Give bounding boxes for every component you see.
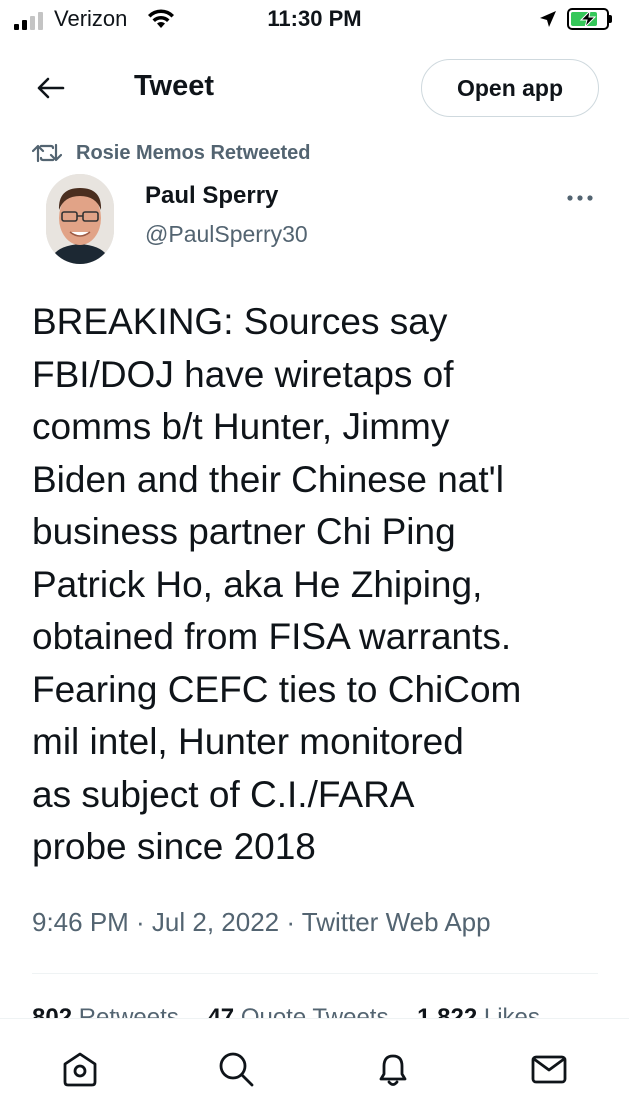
bottom-navigation xyxy=(0,1018,629,1117)
back-button[interactable] xyxy=(32,68,68,108)
messages-envelope-icon xyxy=(531,1055,567,1084)
avatar[interactable] xyxy=(46,174,114,264)
tweet-timestamp[interactable]: 9:46 PM · Jul 2, 2022 · Twitter Web App xyxy=(32,907,491,938)
likes-count[interactable]: 1,822 xyxy=(417,1004,477,1018)
retweet-context-text: Rosie Memos Retweeted xyxy=(76,141,311,164)
battery-icon xyxy=(567,8,609,30)
tweet-text: BREAKING: Sources say FBI/DOJ have wiret… xyxy=(32,296,612,874)
status-bar: Verizon 11:30 PM xyxy=(0,0,629,40)
tweet-text-line: BREAKING: Sources say xyxy=(32,301,448,342)
notifications-bell-icon xyxy=(379,1054,407,1086)
tweet-text-line: obtained from FISA warrants. xyxy=(32,616,512,657)
tweet-text-line: as subject of C.I./FARA xyxy=(32,773,415,815)
search-icon xyxy=(219,1052,254,1087)
more-horizontal-icon xyxy=(567,195,593,201)
author-name[interactable]: Paul Sperry xyxy=(145,182,278,210)
tweet-text-line: mil intel, Hunter monitored xyxy=(32,721,464,762)
charging-bolt-icon xyxy=(579,10,597,28)
home-icon xyxy=(63,1052,97,1087)
retweet-context[interactable]: Rosie Memos Retweeted xyxy=(32,140,311,166)
nav-home-button[interactable] xyxy=(58,1047,102,1091)
nav-notifications-button[interactable] xyxy=(371,1047,415,1091)
likes-label: Likes xyxy=(483,1004,540,1018)
location-arrow-icon xyxy=(540,11,556,27)
tweet-text-line: Patrick Ho, aka He Zhiping, xyxy=(32,563,483,605)
page-title: Tweet xyxy=(134,70,215,102)
author-handle[interactable]: @PaulSperry30 xyxy=(145,221,308,248)
retweets-label: Retweets xyxy=(78,1004,179,1018)
nav-search-button[interactable] xyxy=(214,1047,258,1091)
arrow-left-icon xyxy=(37,77,65,99)
profile-photo xyxy=(46,174,114,264)
more-options-button[interactable] xyxy=(564,186,596,210)
tweet-stats: 802 Retweets 47 Quote Tweets 1,822 Likes xyxy=(32,1004,562,1018)
tweet-text-line: comms b/t Hunter, Jimmy xyxy=(32,406,450,447)
divider xyxy=(32,973,598,974)
tweet-text-line: probe since 2018 xyxy=(32,826,316,867)
battery-cap xyxy=(609,15,612,23)
quotes-label: Quote Tweets xyxy=(240,1004,389,1018)
open-app-button[interactable]: Open app xyxy=(421,59,599,117)
tweet-text-line: FBI/DOJ have wiretaps of xyxy=(32,353,454,395)
status-time: 11:30 PM xyxy=(267,6,362,31)
tweet-text-line: Fearing CEFC ties to ChiCom xyxy=(32,668,522,710)
tweet-text-line: business partner Chi Ping xyxy=(32,511,456,552)
nav-messages-button[interactable] xyxy=(527,1047,571,1091)
retweets-count[interactable]: 802 xyxy=(32,1004,72,1018)
retweet-icon xyxy=(32,143,62,163)
tweet-text-line: Biden and their Chinese nat'l xyxy=(32,458,504,500)
quotes-count[interactable]: 47 xyxy=(207,1004,234,1018)
